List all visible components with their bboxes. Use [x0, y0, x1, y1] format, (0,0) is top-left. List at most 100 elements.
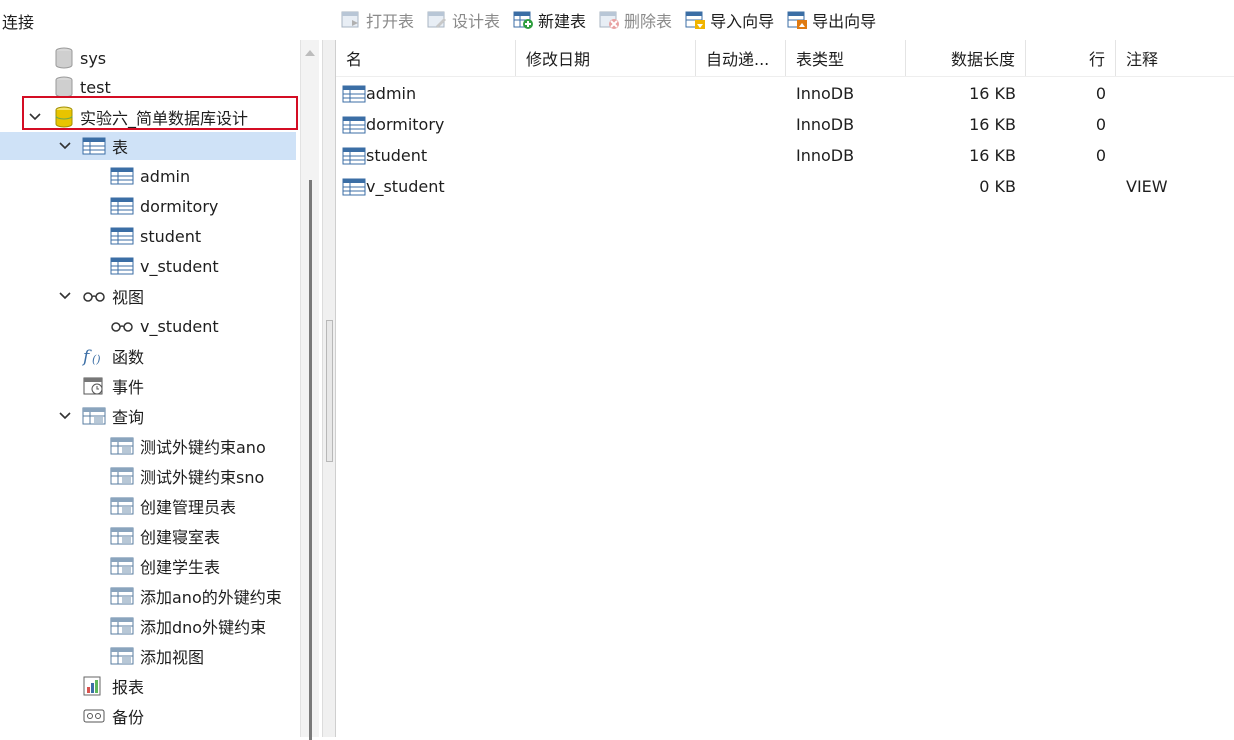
tree-scrollbar[interactable]	[300, 40, 319, 740]
column-header-data-length[interactable]: 数据长度	[906, 40, 1026, 76]
table-icon	[110, 167, 134, 185]
connection-label: 连接	[2, 13, 35, 32]
tree-item-label: 表	[112, 138, 129, 157]
row-name: v_student	[366, 177, 445, 196]
export-wizard-label: 导出向导	[812, 12, 877, 31]
query-icon	[110, 497, 134, 515]
column-header-type[interactable]: 表类型	[786, 40, 906, 76]
tree-item-label: 查询	[112, 408, 145, 427]
toolbar: 打开表 设计表 新建表 删除表 导入向导 导出向导	[340, 8, 876, 32]
navigation-tree: sys test 实验六_简单数据库设计 表 admin dormitory s…	[0, 40, 300, 737]
cell-data-length: 16 KB	[969, 84, 1016, 103]
row-name: dormitory	[366, 115, 445, 134]
tree-item-query[interactable]: 创建管理员表	[110, 492, 236, 520]
import-wizard-button[interactable]: 导入向导	[684, 8, 774, 32]
table-icon	[110, 257, 134, 275]
scroll-up-icon[interactable]	[305, 50, 315, 56]
export-wizard-button[interactable]: 导出向导	[786, 8, 876, 32]
chevron-down-icon[interactable]	[58, 139, 72, 153]
import-wizard-icon	[685, 11, 706, 29]
query-icon	[110, 647, 134, 665]
tree-group-queries[interactable]: 查询	[82, 402, 144, 430]
column-header-auto-increment[interactable]: 自动递...	[696, 40, 786, 76]
tree-item-table[interactable]: admin	[110, 162, 190, 190]
tree-item-label: v_student	[140, 256, 219, 276]
top-bar: 连接 打开表 设计表 新建表 删除表 导入向导 导出向导	[0, 0, 1234, 40]
query-icon	[110, 617, 134, 635]
cell-name: admin	[342, 78, 516, 109]
splitter-grip[interactable]	[326, 320, 333, 462]
tree-item-label: admin	[140, 166, 191, 186]
column-header-rows[interactable]: 行	[1026, 40, 1116, 76]
table-row[interactable]: admin InnoDB 16 KB 0	[336, 78, 1234, 109]
tree-item-query[interactable]: 测试外键约束ano	[110, 432, 266, 460]
cell-rows	[1026, 171, 1116, 202]
tree-item-query[interactable]: 创建寝室表	[110, 522, 220, 550]
table-group-icon	[82, 137, 106, 155]
tree-item-label: 添加视图	[140, 648, 205, 667]
cell-rows: 0	[1095, 84, 1106, 103]
cell-type: InnoDB	[796, 84, 855, 103]
design-table-button[interactable]: 设计表	[426, 8, 500, 32]
tree-group-backup[interactable]: 备份	[82, 702, 144, 730]
delete-table-button[interactable]: 删除表	[598, 8, 672, 32]
tree-item-view[interactable]: v_student	[110, 312, 219, 340]
tree-group-tables[interactable]: 表	[82, 132, 128, 160]
cell-comment	[1116, 109, 1234, 140]
selection-highlight	[0, 132, 296, 160]
table-row[interactable]: student InnoDB 16 KB 0	[336, 140, 1234, 171]
tree-item-label: test	[80, 77, 111, 97]
cell-comment: VIEW	[1126, 177, 1168, 196]
chevron-down-icon[interactable]	[28, 110, 42, 124]
tree-item-query[interactable]: 测试外键约束sno	[110, 462, 264, 490]
tree-item-table[interactable]: v_student	[110, 252, 219, 280]
tree-item-db-sys[interactable]: sys	[54, 44, 106, 72]
tree-item-label: sys	[80, 48, 107, 68]
cell-type: InnoDB	[796, 146, 855, 165]
query-icon	[110, 437, 134, 455]
column-header-modified[interactable]: 修改日期	[516, 40, 696, 76]
cell-data-length: 16 KB	[969, 146, 1016, 165]
tree-item-label: 视图	[112, 288, 145, 307]
tree-group-events[interactable]: 事件	[82, 372, 144, 400]
tree-item-query[interactable]: 创建学生表	[110, 552, 220, 580]
glasses-icon	[83, 292, 105, 302]
cell-comment	[1116, 140, 1234, 171]
tree-item-query[interactable]: 添加视图	[110, 642, 204, 670]
table-row[interactable]: dormitory InnoDB 16 KB 0	[336, 109, 1234, 140]
tree-group-functions[interactable]: f() 函数	[82, 342, 144, 370]
tree-item-label: student	[140, 226, 202, 246]
cell-name: student	[342, 140, 516, 171]
pane-splitter[interactable]	[322, 40, 336, 737]
table-icon	[342, 116, 366, 133]
tree-group-reports[interactable]: 报表	[82, 672, 144, 700]
tree-item-label: 创建管理员表	[140, 498, 237, 517]
tree-item-db-current[interactable]: 实验六_简单数据库设计	[54, 103, 248, 131]
new-table-icon	[513, 11, 534, 29]
svg-text:(): ()	[92, 353, 101, 366]
open-table-icon	[341, 11, 359, 28]
chevron-down-icon[interactable]	[58, 409, 72, 423]
cell-name: dormitory	[342, 109, 516, 140]
tree-item-label: 测试外键约束ano	[140, 438, 266, 457]
query-icon	[110, 527, 134, 545]
delete-table-label: 删除表	[624, 12, 673, 31]
tree-item-table[interactable]: dormitory	[110, 192, 218, 220]
tree-group-views[interactable]: 视图	[82, 282, 144, 310]
import-wizard-label: 导入向导	[710, 12, 775, 31]
cell-comment	[1116, 78, 1234, 109]
column-header-comment[interactable]: 注释	[1116, 40, 1234, 76]
design-table-label: 设计表	[452, 12, 501, 31]
table-icon	[342, 178, 366, 195]
open-table-button[interactable]: 打开表	[340, 8, 414, 32]
report-icon	[83, 676, 101, 696]
scroll-thumb[interactable]	[309, 180, 312, 740]
chevron-down-icon[interactable]	[58, 289, 72, 303]
svg-text:f: f	[82, 347, 92, 367]
new-table-button[interactable]: 新建表	[512, 8, 586, 32]
column-header-name[interactable]: 名	[336, 40, 516, 76]
tree-item-query[interactable]: 添加dno外键约束	[110, 612, 266, 640]
table-row[interactable]: v_student 0 KB VIEW	[336, 171, 1234, 202]
tree-item-table[interactable]: student	[110, 222, 201, 250]
tree-item-query[interactable]: 添加ano的外键约束	[110, 582, 282, 610]
